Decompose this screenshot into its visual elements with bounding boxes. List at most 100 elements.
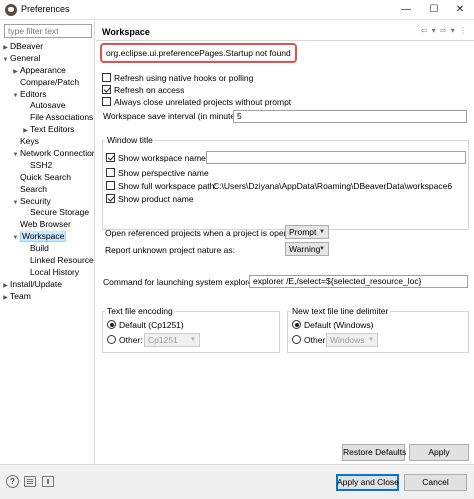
sidebar-item-label: Linked Resources [30,255,95,266]
sidebar-item-label: DBeaver [10,41,44,51]
chevron-down-icon[interactable]: ▼ [11,150,20,160]
sidebar-item-label: Search [20,183,47,194]
close-button[interactable]: ✕ [446,0,474,20]
chevron-right-icon[interactable]: ▶ [21,126,30,136]
sidebar-item-keys[interactable]: Keys [0,136,94,148]
chevron-right-icon[interactable]: ▶ [11,67,20,77]
text-encoding-group-label: Text file encoding [105,306,175,316]
preference-page: Workspace ⇦ ▾ ⇨ ▾ ⋮ org.eclipse.ui.prefe… [96,21,474,464]
checkbox-icon[interactable] [102,73,111,82]
checkbox-icon[interactable] [106,194,115,203]
sidebar-item-install-update[interactable]: ▶ Install/Update [0,279,94,291]
refresh-native-label: Refresh using native hooks or polling [114,73,254,83]
apply-and-close-button[interactable]: Apply and Close [336,474,399,491]
sidebar-item-team[interactable]: ▶ Team [0,290,94,303]
unknown-nature-select[interactable]: Warning ▼ [285,242,329,256]
encoding-default-radio[interactable]: Default (Cp1251) [107,319,184,331]
save-interval-label: Workspace save interval (in minutes): [103,111,245,121]
checkbox-icon[interactable] [106,153,115,162]
explorer-command-input[interactable]: explorer /E,/select=${selected_resource_… [249,275,468,288]
sidebar-item-label: Team [10,290,31,301]
sidebar-item-file-associations[interactable]: File Associations [0,112,94,124]
refresh-native-checkbox[interactable]: Refresh using native hooks or polling [102,72,253,84]
restore-defaults-button[interactable]: Restore Defaults [342,444,406,461]
sidebar-item-label: SSH2 [30,159,53,170]
import-preferences-icon[interactable] [42,476,54,487]
chevron-down-icon[interactable]: ▼ [11,91,20,101]
chevron-down-icon[interactable]: ▼ [11,233,20,243]
encoding-other-label: Other: [119,335,143,345]
delimiter-other-radio[interactable]: Other: [292,334,328,346]
apply-button[interactable]: Apply [409,444,469,461]
chevron-down-icon[interactable]: ▼ [1,55,10,65]
show-product-name-label: Show product name [118,194,194,204]
sidebar-item-workspace[interactable]: ▼ Workspace [0,231,94,243]
minimize-button[interactable]: — [392,0,420,20]
line-delimiter-group [287,311,469,353]
show-product-name-checkbox[interactable]: Show product name [106,193,194,205]
export-preferences-icon[interactable] [24,476,36,487]
radio-icon[interactable] [107,320,116,329]
filter-input[interactable] [4,24,92,38]
radio-icon[interactable] [292,320,301,329]
show-perspective-name-checkbox[interactable]: Show perspective name [106,167,209,179]
sidebar-item-ssh2[interactable]: SSH2 [0,159,94,172]
navigation-arrows-icon[interactable]: ⇦ ▾ ⇨ ▾ ⋮ [421,26,468,35]
open-referenced-value: Prompt [289,227,317,237]
sidebar-item-web-browser[interactable]: Web Browser [0,219,94,231]
sidebar-item-general[interactable]: ▼ General [0,53,94,65]
error-message: org.eclipse.ui.preferencePages.Startup n… [100,43,297,63]
page-title: Workspace [102,27,150,37]
window-title-group-label: Window title [105,135,155,145]
sidebar-item-label: Network Connections [20,148,95,159]
sidebar-item-local-history[interactable]: Local History [0,267,94,279]
refresh-on-access-checkbox[interactable]: Refresh on access [102,84,184,96]
delimiter-other-label: Other: [304,335,328,345]
encoding-other-radio[interactable]: Other: [107,334,143,346]
checkbox-icon[interactable] [102,85,111,94]
save-interval-input[interactable]: 5 [233,110,467,123]
chevron-down-icon[interactable]: ▼ [11,198,20,208]
delimiter-default-radio[interactable]: Default (Windows) [292,319,373,331]
sidebar-item-secure-storage[interactable]: Secure Storage [0,207,94,219]
sidebar-item-label: Appearance [20,64,66,75]
sidebar-item-quick-search[interactable]: Quick Search [0,172,94,184]
delimiter-default-label: Default (Windows) [304,320,374,330]
encoding-other-value: Cp1251 [148,335,178,345]
chevron-right-icon[interactable]: ▶ [1,43,10,53]
show-workspace-path-checkbox[interactable]: Show full workspace path: [106,180,217,192]
show-workspace-name-checkbox[interactable]: Show workspace name: [106,152,208,164]
open-referenced-select[interactable]: Prompt ▼ [285,225,329,239]
sidebar-item-appearance[interactable]: ▶ Appearance [0,64,94,77]
help-icon[interactable]: ? [6,475,19,488]
workspace-name-input[interactable] [206,151,466,164]
sidebar-item-network-connections[interactable]: ▼ Network Connections [0,148,95,160]
checkbox-icon[interactable] [106,168,115,177]
sidebar-item-label: Compare/Patch [20,76,80,87]
cancel-button[interactable]: Cancel [404,474,467,491]
sidebar-item-compare-patch[interactable]: Compare/Patch [0,76,94,89]
radio-icon[interactable] [107,335,116,344]
sidebar-item-search[interactable]: Search [0,183,94,196]
sidebar-item-build[interactable]: Build [0,243,94,255]
encoding-other-select[interactable]: Cp1251 ▼ [144,333,200,347]
encoding-default-label: Default (Cp1251) [119,320,184,330]
line-delimiter-group-label: New text file line delimiter [290,306,391,316]
delimiter-other-select[interactable]: Windows ▼ [326,333,378,347]
refresh-on-access-label: Refresh on access [114,85,185,95]
sidebar-item-editors[interactable]: ▼ Editors [0,89,94,101]
checkbox-icon[interactable] [106,181,115,190]
chevron-right-icon[interactable]: ▶ [1,281,10,291]
chevron-right-icon[interactable]: ▶ [1,293,10,303]
maximize-button[interactable]: ☐ [420,0,448,20]
sidebar-item-security[interactable]: ▼ Security [0,196,94,208]
sidebar-item-dbeaver[interactable]: ▶ DBeaver [0,41,94,53]
sidebar-item-label: Web Browser [20,219,71,230]
sidebar-item-autosave[interactable]: Autosave [0,100,94,112]
sidebar-item-linked-resources[interactable]: Linked Resources [0,255,95,267]
close-unrelated-checkbox[interactable]: Always close unrelated projects without … [102,96,291,108]
checkbox-icon[interactable] [102,97,111,106]
radio-icon[interactable] [292,335,301,344]
sidebar-item-text-editors[interactable]: ▶ Text Editors [0,124,94,136]
dialog-footer: ? Apply and Close Cancel [0,465,474,499]
